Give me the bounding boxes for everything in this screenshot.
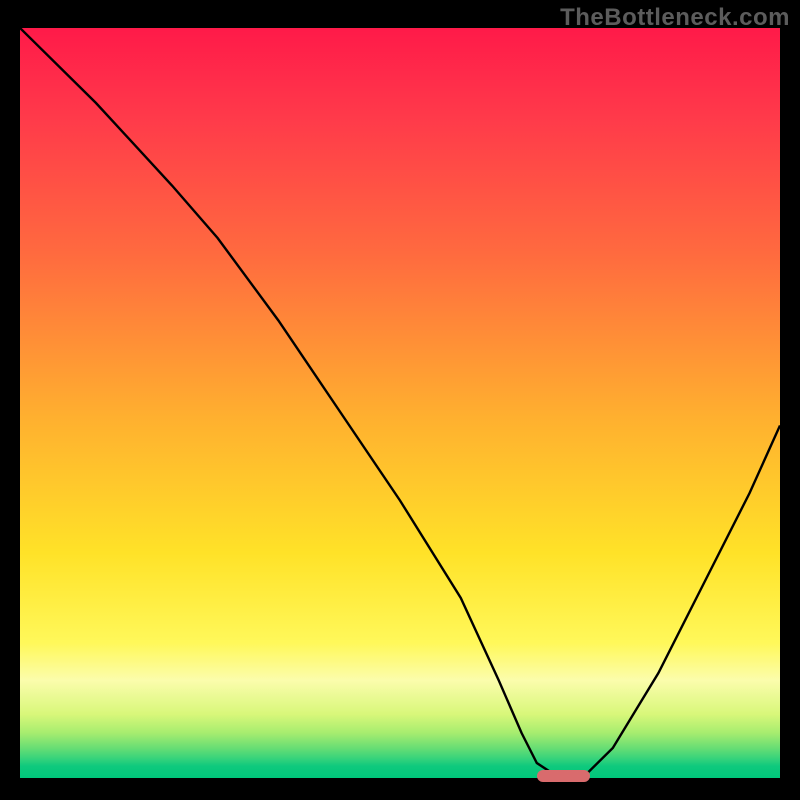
watermark-text: TheBottleneck.com xyxy=(560,4,790,32)
bottleneck-curve xyxy=(20,28,780,778)
plot-area xyxy=(20,28,780,778)
optimal-marker xyxy=(537,770,590,782)
chart-frame: TheBottleneck.com xyxy=(0,0,800,800)
curve-path xyxy=(20,28,780,778)
